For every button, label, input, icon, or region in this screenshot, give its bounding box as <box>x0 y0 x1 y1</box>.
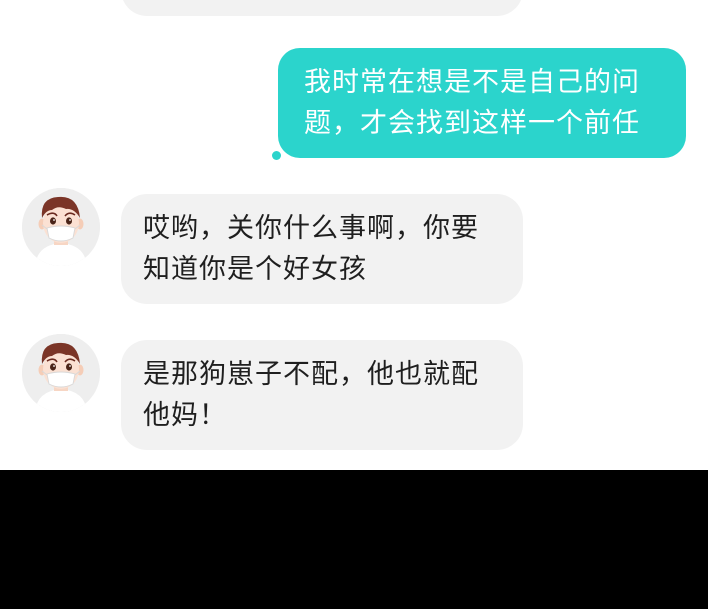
bottom-blank-area <box>0 470 708 609</box>
message-sent-indicator-icon <box>272 151 281 160</box>
friend-avatar[interactable] <box>22 188 100 266</box>
masked-boy-avatar-icon <box>22 334 100 412</box>
previous-message-bubble[interactable] <box>121 0 523 16</box>
incoming-message-bubble[interactable]: 哎哟，关你什么事啊，你要 知道你是个好女孩 <box>121 194 523 304</box>
incoming-message-bubble[interactable]: 是那狗崽子不配，他也就配 他妈！ <box>121 340 523 450</box>
chat-area: 我时常在想是不是自己的问 题，才会找到这样一个前任 哎哟，关你什么事啊，你要 知… <box>0 0 708 470</box>
outgoing-message-bubble[interactable]: 我时常在想是不是自己的问 题，才会找到这样一个前任 <box>278 48 686 158</box>
friend-avatar[interactable] <box>22 334 100 412</box>
masked-boy-avatar-icon <box>22 188 100 266</box>
